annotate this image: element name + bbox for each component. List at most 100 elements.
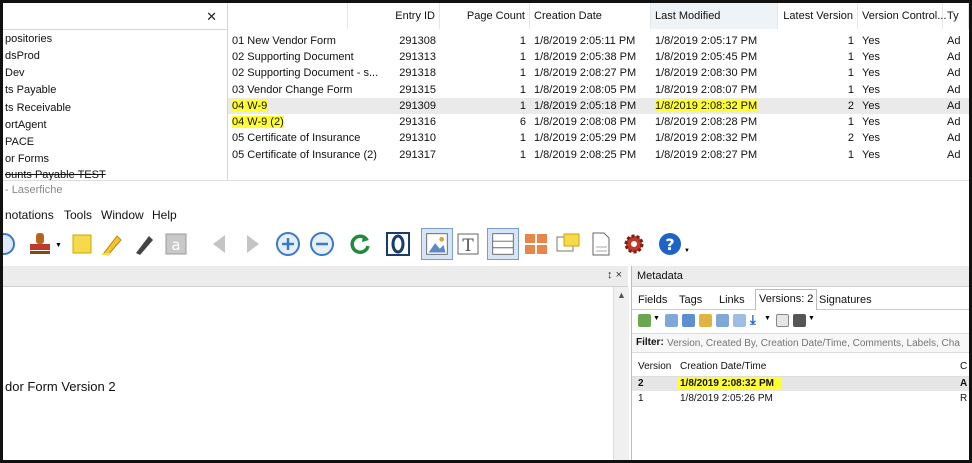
menu-annotations[interactable]: notations bbox=[5, 208, 54, 222]
column-header-name[interactable] bbox=[228, 3, 348, 29]
cell-last-modified: 1/8/2019 2:08:30 PM bbox=[655, 65, 778, 81]
text-box-icon[interactable]: a bbox=[163, 231, 189, 257]
zoom-icon[interactable] bbox=[0, 231, 17, 257]
restore-version-icon[interactable] bbox=[699, 314, 712, 327]
cell-text: 1/8/2019 2:05:45 PM bbox=[655, 51, 758, 63]
scroll-up-icon[interactable]: ▲ bbox=[617, 290, 626, 300]
chevron-down-icon[interactable]: ▼ bbox=[55, 242, 62, 249]
cell-page-count: 1 bbox=[440, 130, 526, 146]
cell-last-modified: 1/8/2019 2:08:32 PM bbox=[655, 130, 778, 146]
compare-icon[interactable] bbox=[665, 314, 678, 327]
tab-fields[interactable]: Fields bbox=[635, 291, 670, 309]
cell-last-modified: 1/8/2019 2:08:32 PM bbox=[655, 98, 778, 114]
refresh-icon[interactable] bbox=[347, 231, 373, 257]
table-row[interactable]: 02 Supporting Document - s... 291318 1 1/8/… bbox=[228, 65, 969, 81]
split-view-icon[interactable] bbox=[487, 228, 519, 260]
download-icon[interactable]: ⤓ bbox=[750, 312, 756, 328]
cell-text: 1 bbox=[519, 67, 526, 79]
cell-text: Yes bbox=[862, 100, 880, 112]
cell-type: Ad bbox=[947, 49, 969, 65]
image-view-icon[interactable] bbox=[421, 228, 453, 260]
add-version-icon[interactable] bbox=[638, 314, 651, 327]
cell-text: 1/8/2019 2:05:11 PM bbox=[534, 35, 636, 47]
next-page-icon[interactable] bbox=[239, 231, 265, 257]
sticky-note-icon[interactable] bbox=[69, 231, 95, 257]
help-icon[interactable]: ? bbox=[657, 231, 683, 257]
tree-item[interactable]: or Forms bbox=[5, 151, 49, 168]
tree-item[interactable]: positories bbox=[5, 31, 52, 48]
settings-gear-icon[interactable] bbox=[621, 231, 647, 257]
column-header-last-modified[interactable]: Last Modified bbox=[651, 3, 778, 29]
table-row[interactable]: 05 Certificate of Insurance 291310 1 1/8/20… bbox=[228, 130, 969, 146]
cell-type: Ad bbox=[947, 130, 969, 146]
cell-creation-date: 1/8/2019 2:08:25 PM bbox=[534, 147, 651, 163]
vertical-scrollbar[interactable]: ▲ bbox=[613, 287, 629, 460]
pane-controls[interactable]: ↕ × bbox=[607, 269, 622, 281]
tree-item[interactable]: PACE bbox=[5, 134, 34, 151]
table-row[interactable]: 05 Certificate of Insurance (2) 291317 1 1/… bbox=[228, 147, 969, 163]
column-header-latest-version[interactable]: Latest Version bbox=[778, 3, 858, 29]
tree-item[interactable]: ts Receivable bbox=[5, 100, 71, 117]
tab-links[interactable]: Links bbox=[716, 291, 748, 309]
previous-page-icon[interactable] bbox=[207, 231, 233, 257]
table-row[interactable]: 02 Supporting Document 291313 1 1/8/2019 2:… bbox=[228, 49, 969, 65]
chevron-down-icon[interactable]: ▼ bbox=[808, 315, 815, 322]
cell-text: 2 bbox=[847, 132, 854, 144]
zoom-in-icon[interactable] bbox=[275, 231, 301, 257]
column-header-entry-id[interactable]: Entry ID bbox=[348, 3, 440, 29]
filter-input[interactable] bbox=[667, 336, 967, 350]
tree-item[interactable]: Dev bbox=[5, 65, 25, 82]
version-row[interactable]: 1 1/8/2019 2:05:26 PM R bbox=[632, 392, 969, 406]
chevron-down-icon[interactable]: ▼ bbox=[684, 248, 690, 254]
cell-text: Yes bbox=[862, 67, 880, 79]
ocr-icon[interactable] bbox=[385, 231, 411, 257]
menu-help[interactable]: Help bbox=[152, 208, 177, 222]
tree-item[interactable]: ts Payable bbox=[5, 82, 56, 99]
cell-page-count: 1 bbox=[440, 82, 526, 98]
document-viewer-pane: ↕ × dor Form Version 2 ▲ bbox=[3, 266, 629, 460]
tree-item[interactable]: ortAgent bbox=[5, 117, 47, 134]
label-icon[interactable] bbox=[733, 314, 746, 327]
column-header-creation-date-time[interactable]: Creation Date/Time bbox=[680, 361, 766, 372]
annotations-panel-icon[interactable] bbox=[555, 231, 581, 257]
table-row[interactable]: 04 W-9 291309 1 1/8/2019 2:05:18 PM 1/8/2019… bbox=[228, 98, 969, 114]
tree-item[interactable]: dsProd bbox=[5, 48, 40, 65]
tab-signatures[interactable]: Signatures bbox=[816, 291, 875, 309]
annotation-toolbar: ▼ a T ? ▼ bbox=[3, 228, 969, 264]
tree-item[interactable]: ounts Payable TEST bbox=[5, 167, 106, 180]
cell-latest-version: 1 bbox=[778, 65, 854, 81]
tab-versions[interactable]: Versions: 2 bbox=[755, 289, 818, 310]
thumbnails-icon[interactable] bbox=[523, 231, 549, 257]
table-row[interactable]: 03 Vendor Change Form 291315 1 1/8/2019 2:0… bbox=[228, 82, 969, 98]
pen-icon[interactable] bbox=[131, 231, 157, 257]
menu-tools[interactable]: Tools bbox=[64, 208, 92, 222]
column-header-comments[interactable]: C bbox=[960, 361, 967, 372]
properties-icon[interactable] bbox=[776, 314, 789, 327]
chevron-down-icon[interactable]: ▼ bbox=[764, 315, 771, 322]
version-creation-date: 1/8/2019 2:08:32 PM bbox=[678, 378, 782, 389]
version-number: 1 bbox=[638, 393, 644, 404]
column-header-creation-date[interactable]: Creation Date bbox=[530, 3, 651, 29]
stamp-icon[interactable] bbox=[27, 231, 53, 257]
close-icon[interactable]: ✕ bbox=[206, 9, 217, 25]
column-header-page-count[interactable]: Page Count bbox=[440, 3, 530, 29]
menu-window[interactable]: Window bbox=[101, 208, 144, 222]
text-view-icon[interactable]: T bbox=[455, 231, 481, 257]
highlighter-icon[interactable] bbox=[99, 231, 125, 257]
table-row[interactable]: 01 New Vendor Form 291308 1 1/8/2019 2:05:1… bbox=[228, 33, 969, 49]
security-icon[interactable] bbox=[793, 314, 806, 327]
chevron-down-icon[interactable]: ▼ bbox=[653, 315, 660, 322]
version-extra: R bbox=[960, 393, 968, 404]
zoom-out-icon[interactable] bbox=[309, 231, 335, 257]
view-version-icon[interactable] bbox=[682, 314, 695, 327]
copy-version-icon[interactable] bbox=[716, 314, 729, 327]
column-header-version-control[interactable]: Version Control... bbox=[858, 3, 946, 29]
column-header-version[interactable]: Version bbox=[638, 361, 671, 372]
document-page[interactable]: dor Form Version 2 bbox=[3, 287, 613, 460]
document-properties-icon[interactable] bbox=[587, 231, 613, 257]
tab-tags[interactable]: Tags bbox=[676, 291, 705, 309]
version-row[interactable]: 2 1/8/2019 2:08:32 PM A bbox=[632, 377, 969, 391]
cell-text: 1 bbox=[847, 84, 854, 96]
column-header-type[interactable]: Ty bbox=[943, 3, 969, 29]
table-row[interactable]: 04 W-9 (2) 291316 6 1/8/2019 2:08:08 PM 1/8/… bbox=[228, 114, 969, 130]
